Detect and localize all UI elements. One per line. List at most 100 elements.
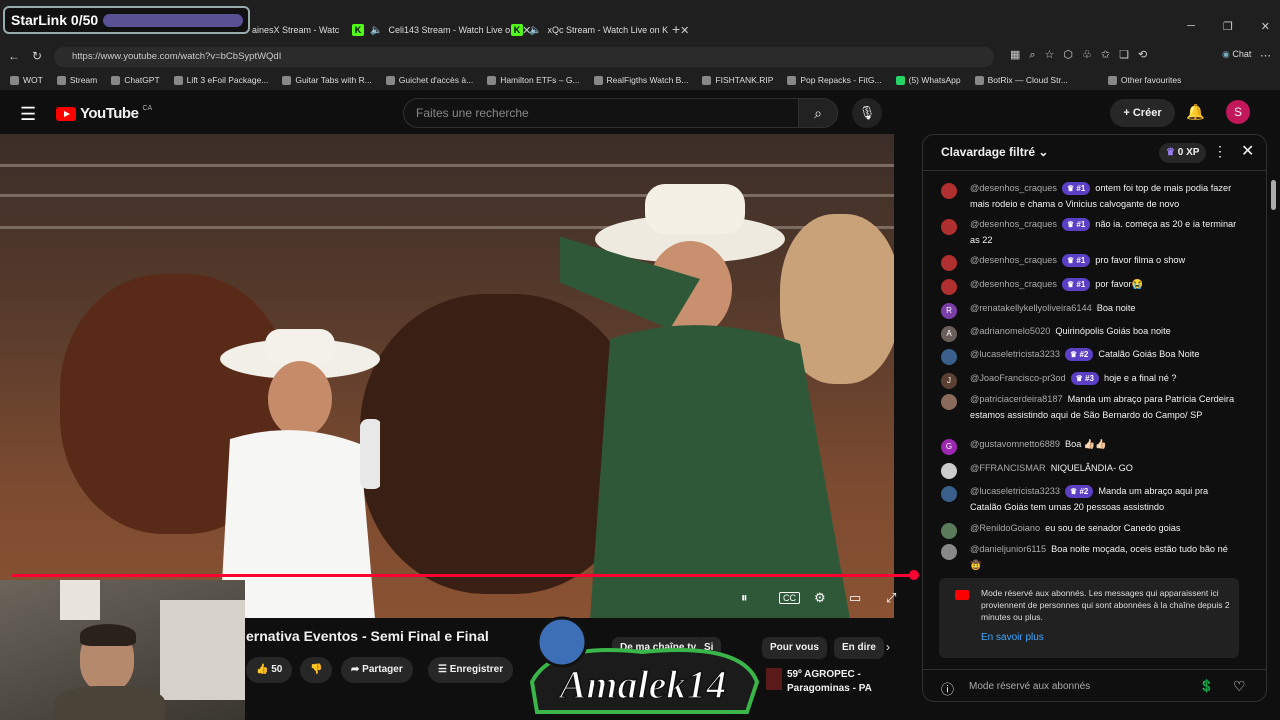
voice-search-button[interactable]: 🎙 <box>852 98 882 128</box>
copilot-chat-button[interactable]: ◉ Chat <box>1222 49 1251 60</box>
chat-avatar[interactable]: J <box>941 373 957 389</box>
chat-avatar[interactable] <box>941 183 957 199</box>
search-input[interactable]: Faites une recherche <box>403 98 799 128</box>
youtube-logo[interactable]: YouTube CA <box>56 105 152 122</box>
reload-icon[interactable]: ↻ <box>32 49 42 63</box>
bookmark-item[interactable]: Lift 3 eFoil Package... <box>173 75 268 85</box>
chat-avatar[interactable]: A <box>941 326 957 342</box>
browser-toolbar-icons[interactable]: ▦⌕☆⬡♧✩❏⟲ <box>1010 48 1156 62</box>
save-button[interactable]: ☰ Enregistrer <box>428 657 514 683</box>
progress-scrubber-handle[interactable] <box>909 570 919 580</box>
browser-tab[interactable]: ainesX Stream - Watc✕ <box>252 18 360 42</box>
chat-author[interactable]: @patriciacerdeira8187 <box>970 394 1063 404</box>
chat-avatar[interactable] <box>941 463 957 479</box>
bookmark-item[interactable]: Guitar Tabs with R... <box>282 75 372 85</box>
browser-tab[interactable]: K 🔈 xQc Stream - Watch Live on K ✕ <box>511 18 689 42</box>
bookmark-item[interactable]: BotRix — Cloud Str... <box>974 75 1068 85</box>
learn-more-link[interactable]: En savoir plus <box>981 632 1044 643</box>
search-button[interactable]: ⌕ <box>798 98 838 128</box>
chat-author[interactable]: @danieljunior6115 <box>970 544 1046 554</box>
bookmark-item[interactable]: ChatGPT <box>111 75 160 85</box>
close-window-icon[interactable]: ✕ <box>1261 20 1270 33</box>
bookmark-item[interactable]: RealFigths Watch B... <box>593 75 688 85</box>
close-icon[interactable]: ✕ <box>680 24 689 37</box>
bookmark-item[interactable]: Stream <box>56 75 97 85</box>
xp-badge[interactable]: ♛ 0 XP <box>1159 143 1207 163</box>
more-vert-icon[interactable]: ⋮ <box>1213 143 1227 160</box>
bookmark-item[interactable]: Guichet d'accès à... <box>385 75 473 85</box>
chat-filter-dropdown[interactable]: Clavardage filtré ⌄ <box>941 145 1048 159</box>
new-tab-button[interactable]: + <box>672 21 680 37</box>
minimize-icon[interactable]: ─ <box>1187 20 1195 33</box>
chat-text: por favor😭 <box>1095 279 1143 289</box>
chat-avatar[interactable]: R <box>941 303 957 319</box>
chat-avatar[interactable] <box>941 486 957 502</box>
dislike-button[interactable]: 👎 <box>300 657 333 683</box>
fullscreen-icon[interactable]: ⤢ <box>886 590 896 606</box>
other-favourites[interactable]: Other favourites <box>1107 75 1181 85</box>
chat-author[interactable]: @desenhos_craques <box>970 183 1057 193</box>
chat-author[interactable]: @lucaseletricista3233 <box>970 486 1060 496</box>
heart-icon[interactable]: ♡ <box>1233 678 1246 695</box>
chat-message: G @gustavomnetto6889 Boa 👍🏻👍🏻 <box>941 437 1241 455</box>
site-icon <box>593 75 603 85</box>
video-progress-bar[interactable] <box>12 574 914 577</box>
video-player[interactable] <box>0 134 894 618</box>
speaker-icon: 🔈 <box>529 24 542 36</box>
bookmark-item[interactable]: FISHTANK.RIP <box>702 75 773 85</box>
bookmark-item[interactable]: Pop Repacks - FitG... <box>787 75 882 85</box>
share-button[interactable]: ➦ Partager <box>341 657 413 683</box>
settings-gear-icon[interactable]: ⚙ <box>814 590 826 606</box>
footer-label: Mode réservé aux abonnés <box>969 681 1091 692</box>
chat-author[interactable]: @desenhos_craques <box>970 219 1057 229</box>
folder-icon <box>56 75 66 85</box>
hamburger-menu-icon[interactable]: ☰ <box>20 104 36 125</box>
chat-author[interactable]: @RenildoGoiano <box>970 523 1040 533</box>
bookmark-item[interactable]: Hamilton ETFs – G... <box>487 75 580 85</box>
browser-tab[interactable]: K 🔈 Celi143 Stream - Watch Live o ✕ <box>352 18 531 42</box>
badge-label: #1 <box>1076 184 1086 193</box>
search-icon: ⌕ <box>814 105 822 121</box>
site-icon <box>173 75 183 85</box>
chevron-right-icon[interactable]: › <box>886 640 890 654</box>
room-object <box>160 600 245 700</box>
chat-avatar[interactable] <box>941 219 957 235</box>
chip-filter[interactable]: En dire <box>834 637 884 659</box>
notifications-bell-icon[interactable]: 🔔 <box>1186 103 1205 121</box>
chat-author[interactable]: @renatakellykellyoliveira6144 <box>970 303 1092 313</box>
chat-author[interactable]: @desenhos_craques <box>970 279 1057 289</box>
info-icon[interactable]: ⓘ <box>941 679 954 698</box>
chat-author[interactable]: @lucaseletricista3233 <box>970 349 1060 359</box>
back-icon[interactable]: ← <box>8 49 20 63</box>
like-button[interactable]: 👍 50 <box>246 657 293 683</box>
chat-author[interactable]: @FFRANCISMAR <box>970 463 1046 473</box>
chat-author[interactable]: @desenhos_craques <box>970 255 1057 265</box>
chat-avatar[interactable] <box>941 523 957 539</box>
related-video-title[interactable]: 59º AGROPEC - Paragominas - PA <box>787 668 897 696</box>
super-chat-icon[interactable]: 💲 <box>1199 679 1214 693</box>
chat-author[interactable]: @gustavomnetto6889 <box>970 439 1060 449</box>
create-button[interactable]: + Créer <box>1110 99 1175 127</box>
chat-avatar[interactable]: G <box>941 439 957 455</box>
address-input[interactable]: https://www.youtube.com/watch?v=bCbSyptW… <box>54 47 994 67</box>
chat-avatar[interactable] <box>941 394 957 410</box>
chat-author[interactable]: @adrianomelo5020 <box>970 326 1050 336</box>
badge-label: #2 <box>1079 487 1089 496</box>
captions-icon[interactable]: CC <box>779 592 800 604</box>
chat-avatar[interactable] <box>941 279 957 295</box>
chat-avatar[interactable] <box>941 255 957 271</box>
chat-author[interactable]: @JoaoFrancisco-pr3od <box>970 373 1066 383</box>
pause-icon[interactable]: ⏸ <box>741 590 748 606</box>
theater-mode-icon[interactable]: ▭ <box>849 590 861 606</box>
maximize-icon[interactable]: ❐ <box>1223 20 1233 33</box>
account-avatar[interactable]: S <box>1226 100 1250 124</box>
chat-avatar[interactable] <box>941 544 957 560</box>
more-options-icon[interactable]: ⋯ <box>1260 49 1271 62</box>
bookmark-item[interactable]: WOT <box>10 75 43 85</box>
wall-poster <box>60 580 100 620</box>
page-scrollbar[interactable] <box>1271 180 1276 210</box>
bookmark-item[interactable]: (5) WhatsApp <box>895 75 961 85</box>
chat-avatar[interactable] <box>941 349 957 365</box>
close-icon[interactable]: ✕ <box>1241 141 1254 161</box>
tab-label: ainesX Stream - Watc <box>252 25 340 35</box>
